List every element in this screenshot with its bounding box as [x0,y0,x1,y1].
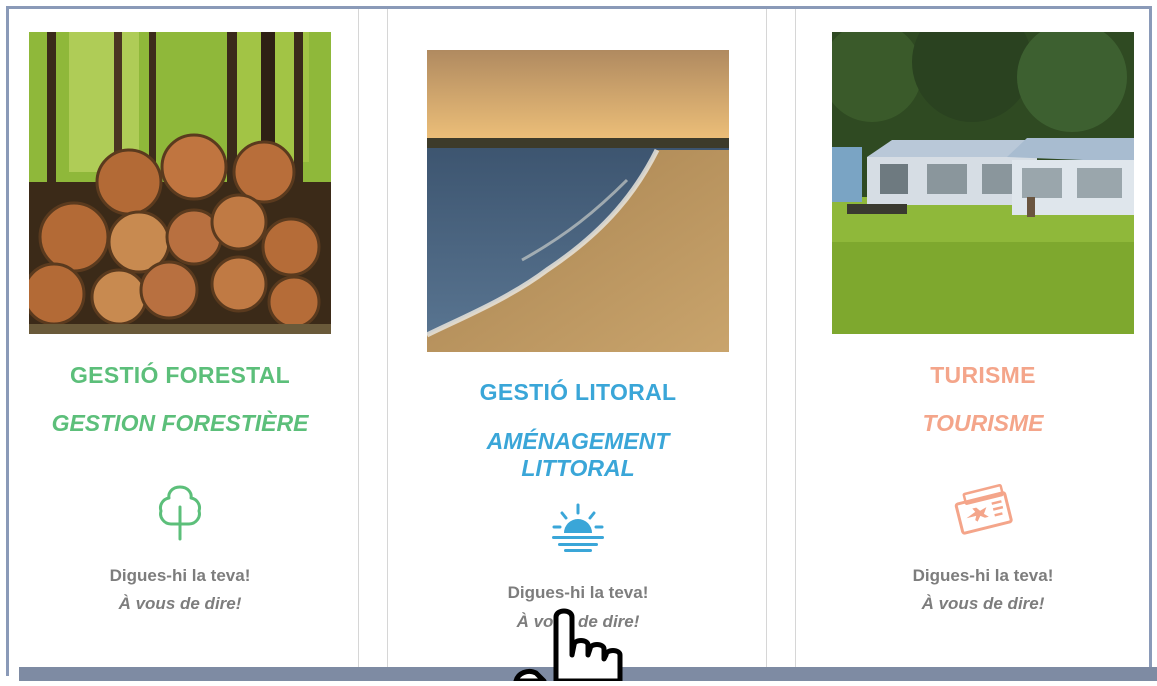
column-divider [358,9,359,667]
card-forest-management[interactable]: GESTIÓ FORESTAL GESTION FORESTIÈRE Digue… [29,0,331,667]
card-title-catalan[interactable]: GESTIÓ FORESTAL [29,362,331,389]
cta-french[interactable]: À vous de dire! [29,594,331,614]
card-title-french[interactable]: TOURISME [832,410,1134,437]
column-divider [766,9,767,667]
cta-catalan[interactable]: Digues-hi la teva! [29,566,331,586]
camping-tents-image[interactable] [832,32,1134,334]
card-title-catalan[interactable]: TURISME [832,362,1134,389]
forest-logs-image[interactable] [29,32,331,334]
beach-sunset-image[interactable] [427,50,729,352]
card-title-french[interactable]: AMÉNAGEMENT LITTORAL [427,428,729,482]
card-tourism[interactable]: TURISME TOURISME Digues-hi la teva! À vo… [832,0,1134,667]
card-title-catalan[interactable]: GESTIÓ LITORAL [427,379,729,406]
sunset-icon [550,503,606,558]
travel-ticket-icon [953,483,1013,541]
column-divider [387,9,388,667]
cta-catalan[interactable]: Digues-hi la teva! [832,566,1134,586]
cta-catalan[interactable]: Digues-hi la teva! [427,583,729,603]
hand-pointer-cursor-icon [512,603,652,686]
card-title-french[interactable]: GESTION FORESTIÈRE [29,410,331,437]
column-divider [795,9,796,667]
tree-icon [155,483,205,546]
card-coastal-management[interactable]: GESTIÓ LITORAL AMÉNAGEMENT LITTORAL Digu… [427,0,729,667]
cta-french[interactable]: À vous de dire! [832,594,1134,614]
